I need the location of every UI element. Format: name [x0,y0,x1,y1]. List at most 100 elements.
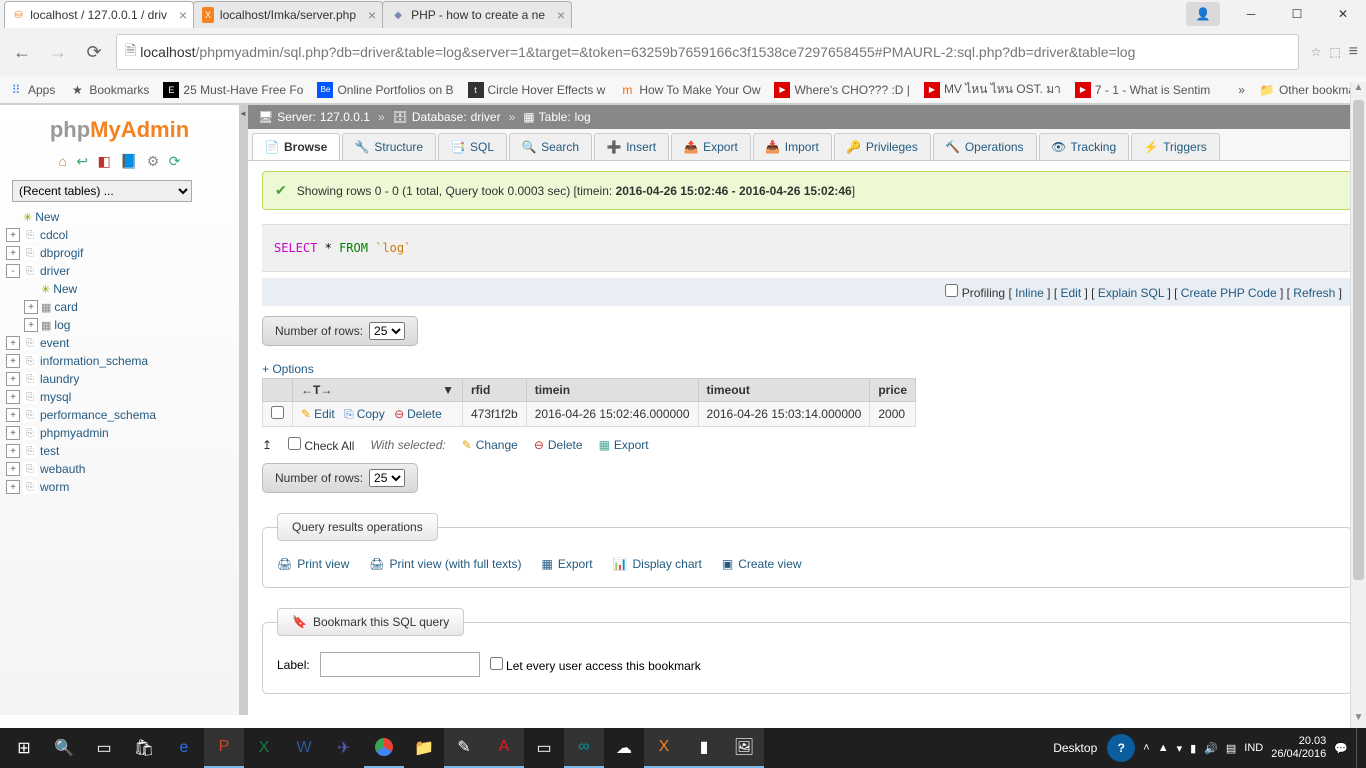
close-button[interactable]: ✕ [1320,0,1366,28]
tab-sql[interactable]: 📑SQL [438,133,507,160]
tree-toggle-icon[interactable]: + [6,336,20,350]
bookmark-public-checkbox[interactable] [490,657,503,670]
change-button[interactable]: ✎Change [462,438,518,452]
scrollbar-thumb[interactable] [1353,100,1364,580]
battery-icon[interactable]: ▮ [1190,742,1196,755]
tree-database-item[interactable]: +⎘laundry [6,370,233,388]
tree-database-item[interactable]: +⎘webauth [6,460,233,478]
close-icon[interactable]: × [179,7,187,23]
column-header[interactable]: price [870,379,916,402]
edit-link[interactable]: Edit [1060,286,1081,300]
minimize-button[interactable]: ─ [1228,0,1274,28]
tree-link-icon[interactable]: ⎘ [23,228,37,242]
sidebar-collapse-handle[interactable] [240,105,248,715]
help-icon[interactable]: ? [1107,734,1135,762]
tree-database-item[interactable]: +⎘dbprogif [6,244,233,262]
rows-select[interactable]: 25 [369,469,405,487]
tree-database-item[interactable]: +⎘performance_schema [6,406,233,424]
address-bar[interactable]: 🗎 localhost/phpmyadmin/sql.php?db=driver… [116,34,1299,70]
clock[interactable]: 20.03 26/04/2016 [1271,735,1326,761]
taskbar-chrome[interactable] [364,728,404,768]
explain-link[interactable]: Explain SQL [1098,286,1164,300]
tree-link-icon[interactable]: ⎘ [23,336,37,350]
tree-database-item[interactable]: +⎘phpmyadmin [6,424,233,442]
taskbar-app[interactable]: W [284,728,324,768]
tab-triggers[interactable]: ⚡Triggers [1131,133,1220,160]
check-all-checkbox[interactable] [288,437,301,450]
bookmarks-overflow[interactable]: » [1238,83,1245,97]
delete-row-button[interactable]: ⊖Delete [394,407,442,421]
tree-table-item[interactable]: +▦card [6,298,233,316]
bookmark-star-icon[interactable]: ☆ [1311,45,1322,59]
print-view-full-link[interactable]: 🖨Print view (with full texts) [369,557,521,571]
bookmark-item[interactable]: mHow To Make Your Ow [619,82,760,98]
tree-database-item[interactable]: +⎘event [6,334,233,352]
bookmark-item[interactable]: ▶Where's CHO??? :D | [774,82,909,98]
tray-icon[interactable]: ▲ [1158,742,1169,754]
recent-tables-select[interactable]: (Recent tables) ... [12,180,192,202]
tree-toggle-icon[interactable]: + [6,444,20,458]
action-center-icon[interactable]: 💬 [1334,742,1348,755]
tab-operations[interactable]: 🔨Operations [933,133,1037,160]
copy-row-button[interactable]: ⎘Copy [344,407,385,422]
taskbar-app[interactable]: ∞ [564,728,604,768]
browser-tab-active[interactable]: ⛁ localhost / 127.0.0.1 / driv × [4,1,194,28]
taskbar-app[interactable]: ▮ [684,728,724,768]
tree-link-icon[interactable]: ⎘ [23,390,37,404]
bookmark-item[interactable]: BeOnline Portfolios on B [317,82,453,98]
tree-database-item[interactable]: +⎘mysql [6,388,233,406]
tree-table-item[interactable]: +▦log [6,316,233,334]
tree-toggle-icon[interactable]: + [6,354,20,368]
close-icon[interactable]: × [557,7,565,23]
bookmark-label-input[interactable] [320,652,480,677]
profile-button[interactable]: 👤 [1186,2,1220,26]
options-toggle[interactable]: + Options [262,362,314,376]
sort-header[interactable]: ←T→ ▼ [293,379,463,402]
tree-toggle-icon[interactable]: + [6,228,20,242]
apps-button[interactable]: ⠿Apps [8,82,55,98]
sql-icon[interactable]: ◧ [97,153,110,169]
tab-import[interactable]: 📥Import [753,133,832,160]
tree-database-item[interactable]: -⎘driver [6,262,233,280]
taskbar-app[interactable]: P [204,728,244,768]
settings-icon[interactable]: ⚙ [147,153,160,169]
tab-insert[interactable]: ➕Insert [594,133,669,160]
vertical-scrollbar[interactable]: ▲ ▼ [1350,82,1366,728]
system-tray[interactable]: ˄ ▲ ▾ ▮ 🔊 ▤ IND 20.03 26/04/2016 💬 [1143,735,1356,761]
home-icon[interactable]: ⌂ [59,153,67,169]
tree-new-item[interactable]: ✳New [6,280,233,298]
tree-toggle-icon[interactable]: + [6,480,20,494]
taskbar-app[interactable]: 🛍 [124,728,164,768]
tab-tracking[interactable]: 👁Tracking [1039,133,1130,160]
tree-link-icon[interactable]: ⎘ [23,264,37,278]
bookmark-item[interactable]: E25 Must-Have Free Fo [163,82,303,98]
tab-browse[interactable]: 📄Browse [252,133,340,160]
breadcrumb-table[interactable]: log [575,110,591,124]
tray-up-icon[interactable]: ˄ [1143,742,1149,754]
taskbar-app[interactable]: ☁ [604,728,644,768]
refresh-link[interactable]: Refresh [1293,286,1335,300]
tray-icon[interactable]: ▾ [1177,742,1183,755]
language-indicator[interactable]: IND [1244,742,1263,754]
security-icon[interactable]: ⬚ [1329,45,1340,59]
taskbar-app[interactable]: e [164,728,204,768]
tree-link-icon[interactable]: ⎘ [23,246,37,260]
taskbar-app[interactable]: X [244,728,284,768]
search-button[interactable]: 🔍 [44,728,84,768]
bookmark-item[interactable]: ▶7 - 1 - What is Sentim [1075,82,1210,98]
breadcrumb-server[interactable]: 127.0.0.1 [320,110,370,124]
tree-database-item[interactable]: +⎘information_schema [6,352,233,370]
tree-database-item[interactable]: +⎘test [6,442,233,460]
column-header[interactable]: timeout [698,379,870,402]
tree-link-icon[interactable]: ⎘ [23,426,37,440]
row-checkbox[interactable] [271,406,284,419]
bookmark-public-label[interactable]: Let every user access this bookmark [490,657,701,673]
tab-structure[interactable]: 🔧Structure [342,133,436,160]
reload-button[interactable]: ⟳ [80,38,108,66]
reload-icon[interactable]: ⟳ [169,153,181,169]
forward-button[interactable]: → [44,38,72,66]
tree-toggle-icon[interactable]: + [6,390,20,404]
bookmark-item[interactable]: ★Bookmarks [69,82,149,98]
browser-tab[interactable]: X localhost/Imka/server.php × [193,1,383,28]
tree-new-item[interactable]: ✳New [6,208,233,226]
